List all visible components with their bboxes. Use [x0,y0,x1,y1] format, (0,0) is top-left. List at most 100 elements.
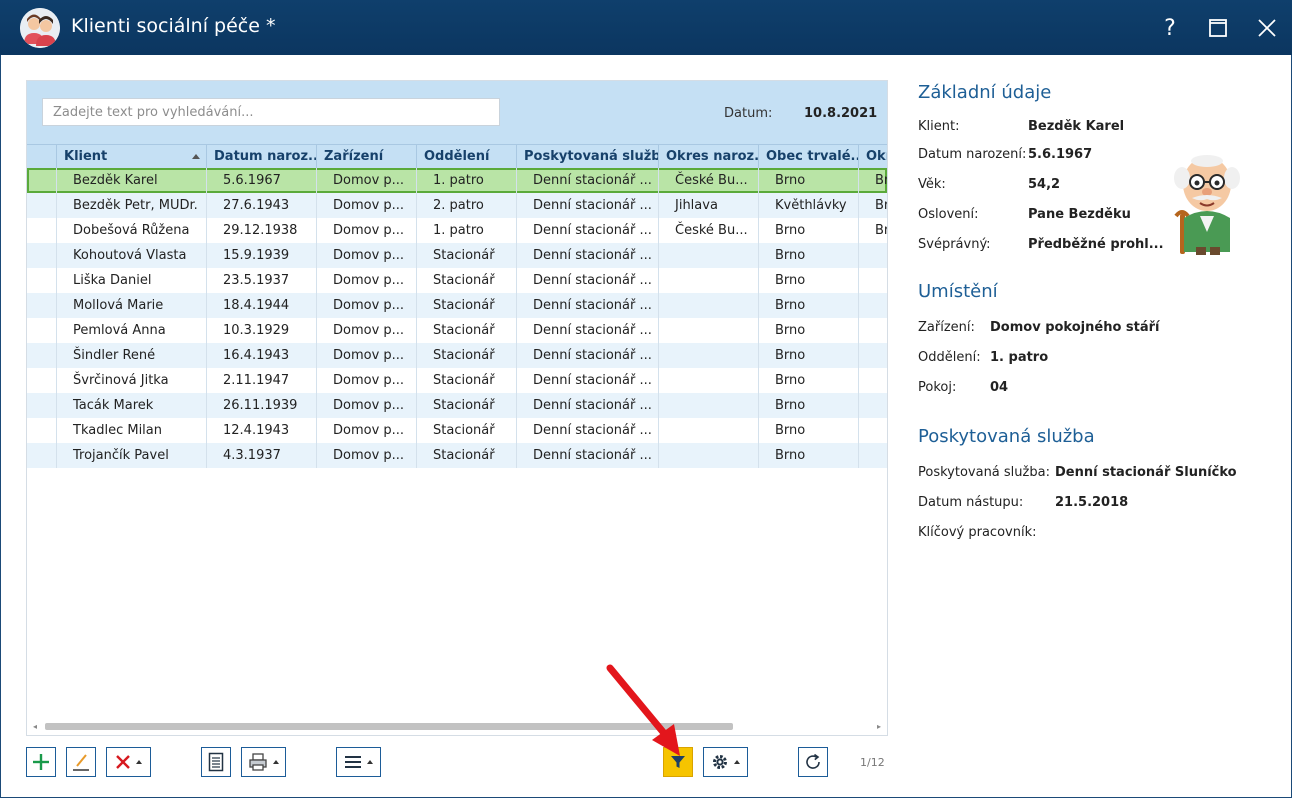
column-header-birth-date[interactable]: Datum naroz... [207,145,317,169]
cell-facility: Domov p... [317,268,417,293]
age-value: 54,2 [1028,177,1061,192]
service-label: Poskytovaná služba: [918,465,1050,480]
document-button[interactable] [201,747,231,777]
title-bar: Klienti sociální péče * ? [0,0,1292,55]
search-input[interactable] [42,98,500,126]
add-button[interactable] [26,747,56,777]
table-row[interactable]: Kohoutová Vlasta 15.9.1939 Domov p... Staci… [27,243,887,268]
menu-button[interactable] [336,747,381,777]
delete-button[interactable] [106,747,151,777]
table-row[interactable]: Mollová Marie 18.4.1944 Domov p... Stacioná… [27,293,887,318]
maximize-button[interactable] [1203,13,1233,43]
cell-birth-district [659,268,759,293]
cell-client: Bezděk Karel [57,168,207,193]
menu-icon [345,756,361,768]
department-value: 1. patro [990,350,1049,365]
column-header-label: Okr [866,149,887,164]
cell-birth-district [659,393,759,418]
cell-residence: Květhlávky [759,193,859,218]
cell-facility: Domov p... [317,343,417,368]
window-title: Klienti sociální péče * [71,15,276,37]
cell-district [859,293,887,318]
table-row[interactable]: Dobešová Růžena 29.12.1938 Domov p... 1. pa… [27,218,887,243]
print-button[interactable] [241,747,286,777]
table-row[interactable]: Liška Daniel 23.5.1937 Domov p... Stacionář… [27,268,887,293]
cell-district [859,318,887,343]
cell-facility: Domov p... [317,443,417,468]
column-header-facility[interactable]: Zařízení [317,145,417,169]
table-row[interactable]: Trojančík Pavel 4.3.1937 Domov p... Stacion… [27,443,887,468]
legal-capacity-value: Předběžné prohl... [1028,237,1164,252]
table-row[interactable]: Tkadlec Milan 12.4.1943 Domov p... Stacioná… [27,418,887,443]
cell-district [859,393,887,418]
date-label: Datum: [724,106,773,121]
table-row[interactable]: Šindler René 16.4.1943 Domov p... Stacionář… [27,343,887,368]
caret-up-icon [734,760,740,764]
cell-service: Denní stacionář ... [517,318,659,343]
caret-up-icon [136,760,142,764]
cell-client: Pemlová Anna [57,318,207,343]
scroll-right-icon[interactable]: ▸ [877,722,881,731]
cell-client: Dobešová Růžena [57,218,207,243]
facility-value: Domov pokojného stáří [990,320,1160,335]
close-button[interactable] [1252,13,1282,43]
table-row[interactable]: Bezděk Petr, MUDr. 27.6.1943 Domov p... 2. … [27,193,887,218]
date-value: 10.8.2021 [804,106,878,121]
client-label: Klient: [918,119,960,134]
refresh-button[interactable] [798,747,828,777]
cell-client: Trojančík Pavel [57,443,207,468]
sort-ascending-icon[interactable] [192,154,200,159]
cell-service: Denní stacionář ... [517,268,659,293]
cell-birth-date: 10.3.1929 [207,318,317,343]
cell-department: Stacionář [417,393,517,418]
cell-birth-date: 4.3.1937 [207,443,317,468]
table-row[interactable]: Bezděk Karel 5.6.1967 Domov p... 1. patro De… [27,168,887,193]
birth-label: Datum narození: [918,147,1027,162]
row-indicator [27,368,57,393]
print-icon [249,753,267,771]
table-row[interactable]: Tacák Marek 26.11.1939 Domov p... Stacionář… [27,393,887,418]
help-label: ? [1164,15,1176,41]
cell-department: 1. patro [417,218,517,243]
cell-facility: Domov p... [317,193,417,218]
settings-button[interactable] [703,747,748,777]
cell-birth-district: České Bu... [659,218,759,243]
cell-birth-date: 26.11.1939 [207,393,317,418]
cell-birth-district [659,443,759,468]
row-indicator [27,243,57,268]
section-title-placement: Umístění [918,281,998,302]
cell-facility: Domov p... [317,393,417,418]
scroll-left-icon[interactable]: ◂ [33,722,37,731]
legal-capacity-label: Svéprávný: [918,237,991,252]
help-button[interactable]: ? [1155,13,1185,43]
column-header-client[interactable]: Klient [57,145,207,169]
cell-residence: Brno [759,243,859,268]
table-row[interactable]: Švrčinová Jitka 2.11.1947 Domov p... Stacio… [27,368,887,393]
column-header-residence[interactable]: Obec trvalé... [759,145,859,169]
row-indicator [27,193,57,218]
column-header-label: Poskytovaná služba [524,149,659,164]
row-indicator [27,168,57,193]
cell-birth-date: 29.12.1938 [207,218,317,243]
column-header-service[interactable]: Poskytovaná služba [517,145,659,169]
cell-facility: Domov p... [317,168,417,193]
column-header-birth-district[interactable]: Okres naroz... [659,145,759,169]
salutation-label: Oslovení: [918,207,979,222]
cell-residence: Brno [759,268,859,293]
column-header-district[interactable]: Okr [859,145,887,169]
caret-up-icon [367,760,373,764]
cell-service: Denní stacionář ... [517,168,659,193]
column-header-department[interactable]: Oddělení [417,145,517,169]
cell-district [859,343,887,368]
edit-button[interactable] [66,747,96,777]
cell-facility: Domov p... [317,243,417,268]
caret-up-icon [273,760,279,764]
cell-department: 2. patro [417,193,517,218]
cell-residence: Brno [759,418,859,443]
cell-birth-district [659,318,759,343]
table-row[interactable]: Pemlová Anna 10.3.1929 Domov p... Stacionář… [27,318,887,343]
row-indicator [27,218,57,243]
horizontal-scrollbar[interactable]: ◂ ▸ [27,718,887,735]
cell-department: Stacionář [417,243,517,268]
department-label: Oddělení: [918,350,981,365]
